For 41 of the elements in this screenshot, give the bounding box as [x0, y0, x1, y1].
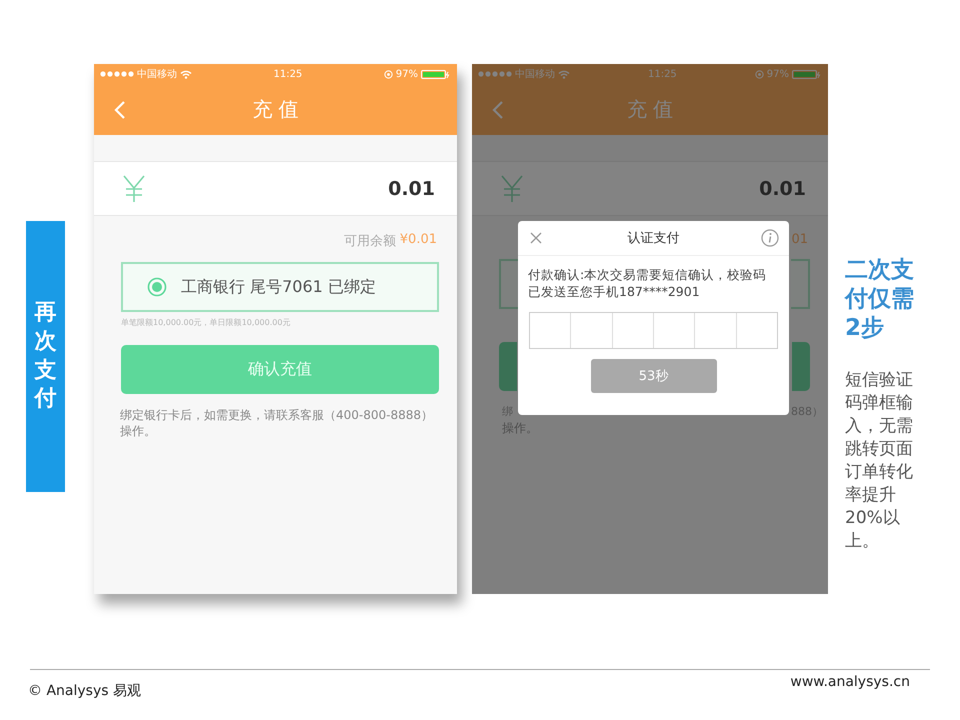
battery-percent: 97% [396, 68, 418, 80]
carrier-name: 中国移动 [137, 68, 177, 81]
side-label: 再次支付 [34, 299, 56, 414]
description: 短信验证码弹框输入，无需跳转页面订单转化率提升20%以上。 [845, 369, 914, 553]
back-icon[interactable] [114, 100, 126, 120]
amount-field[interactable]: 0.01 [94, 162, 457, 216]
dialog-title: 认证支付 [628, 230, 680, 247]
wifi-icon [558, 70, 570, 78]
yen-icon [122, 174, 146, 202]
amount-field[interactable]: 0.01 [472, 162, 828, 216]
heading: 二次支付仅需2步 [845, 256, 915, 343]
bank-card-edge [791, 259, 810, 309]
back-icon[interactable] [492, 100, 504, 120]
info-icon[interactable] [761, 229, 779, 247]
balance-value: 01 [791, 232, 808, 247]
signal-icon [100, 71, 134, 77]
note-text: 绑定银行卡后，如需更换，请联系客服（400-800-8888）操作。 [120, 407, 434, 439]
limits-text: 单笔限额10,000.00元，单日限额10,000.00元 [121, 317, 292, 329]
battery-icon [792, 70, 822, 78]
balance-value: ¥0.01 [400, 232, 437, 249]
copyright-text: © Analysys 易观 [28, 682, 141, 700]
status-time: 11:25 [273, 68, 302, 80]
website-text: www.analysys.cn [790, 674, 910, 692]
carrier-name: 中国移动 [515, 68, 555, 81]
button-edge [499, 342, 517, 391]
dialog-message: 付款确认:本次交易需要短信确认，校验码已发送至您手机187****2901 [527, 266, 768, 300]
location-icon [384, 70, 393, 78]
battery-icon [421, 70, 451, 78]
page-title: 充 值 [626, 96, 674, 123]
battery-percent: 97% [766, 68, 789, 80]
page-title: 充 值 [252, 96, 299, 123]
status-time: 11:25 [648, 68, 677, 80]
location-icon [754, 70, 764, 78]
bank-card-option[interactable]: 工商银行 尾号7061 已绑定 [121, 262, 439, 312]
radio-icon[interactable] [147, 277, 167, 297]
close-icon[interactable] [530, 232, 542, 244]
button-edge [792, 342, 810, 391]
wifi-icon [180, 70, 192, 78]
yen-icon [500, 174, 524, 202]
signal-icon [478, 71, 512, 77]
balance-label: 可用余额 [344, 233, 396, 250]
